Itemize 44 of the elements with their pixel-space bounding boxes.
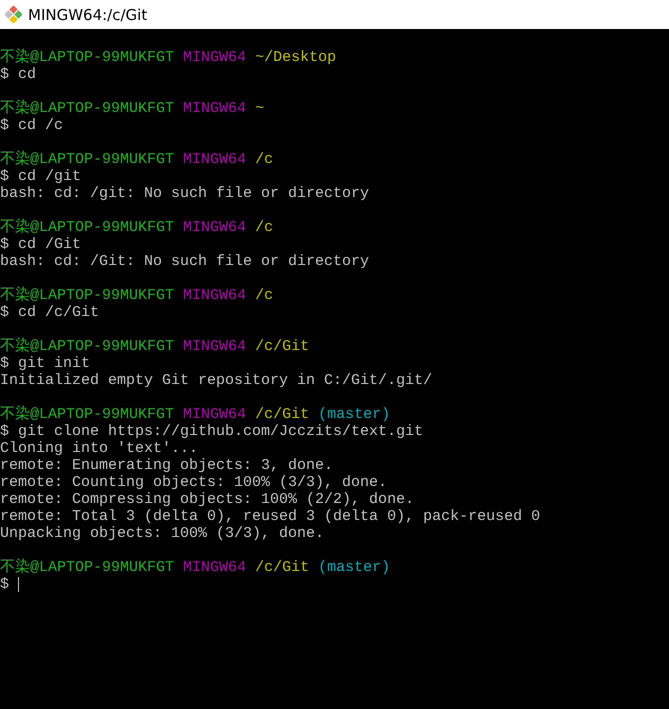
output-line: bash: cd: /git: No such file or directory [0, 185, 370, 202]
shell-name: MINGW64 [183, 100, 246, 117]
shell-name: MINGW64 [183, 219, 246, 236]
shell-name: MINGW64 [183, 559, 246, 576]
output-line: Initialized empty Git repository in C:/Git/.git/ [0, 372, 432, 389]
command-line: $ cd /c [0, 117, 64, 134]
cwd-path: ~ [255, 100, 264, 117]
user-host: 不染@LAPTOP-99MUKFGT [0, 151, 174, 168]
shell-name: MINGW64 [183, 151, 246, 168]
output-line: remote: Counting objects: 100% (3/3), done. [0, 474, 388, 491]
user-host: 不染@LAPTOP-99MUKFGT [0, 406, 174, 423]
command-line: $ cd /Git [0, 236, 82, 253]
shell-name: MINGW64 [183, 287, 246, 304]
command-line: $ cd /git [0, 168, 82, 185]
output-line: Cloning into 'text'... [0, 440, 198, 457]
output-line: remote: Compressing objects: 100% (2/2), done. [0, 491, 414, 508]
shell-name: MINGW64 [183, 49, 246, 66]
shell-name: MINGW64 [183, 406, 246, 423]
user-host: 不染@LAPTOP-99MUKFGT [0, 100, 174, 117]
cwd-path: /c [255, 219, 274, 236]
cwd-path: ~/Desktop [255, 49, 336, 66]
command-line: $ cd /c/Git [0, 304, 100, 321]
shell-name: MINGW64 [183, 338, 246, 355]
branch-name: (master) [318, 559, 390, 576]
command-line: $ git init [0, 355, 90, 372]
output-line: bash: cd: /Git: No such file or directory [0, 253, 370, 270]
cwd-path: /c [255, 151, 274, 168]
user-host: 不染@LAPTOP-99MUKFGT [0, 338, 174, 355]
command-line: $ cd [0, 66, 36, 83]
user-host: 不染@LAPTOP-99MUKFGT [0, 559, 174, 576]
user-host: 不染@LAPTOP-99MUKFGT [0, 287, 174, 304]
output-line: Unpacking objects: 100% (3/3), done. [0, 525, 324, 542]
window-title: MINGW64:/c/Git [28, 6, 148, 24]
branch-name: (master) [318, 406, 390, 423]
output-line: remote: Enumerating objects: 3, done. [0, 457, 334, 474]
command-line: $ git clone https://github.com/Jcczits/text.git [0, 423, 424, 440]
cwd-path: /c/Git [255, 406, 310, 423]
cwd-path: /c/Git [255, 338, 310, 355]
cwd-path: /c [255, 287, 274, 304]
cwd-path: /c/Git [255, 559, 310, 576]
user-host: 不染@LAPTOP-99MUKFGT [0, 49, 174, 66]
prompt-symbol: $ [0, 576, 10, 593]
output-line: remote: Total 3 (delta 0), reused 3 (delta 0), pack-reused 0 [0, 508, 540, 525]
user-host: 不染@LAPTOP-99MUKFGT [0, 219, 174, 236]
